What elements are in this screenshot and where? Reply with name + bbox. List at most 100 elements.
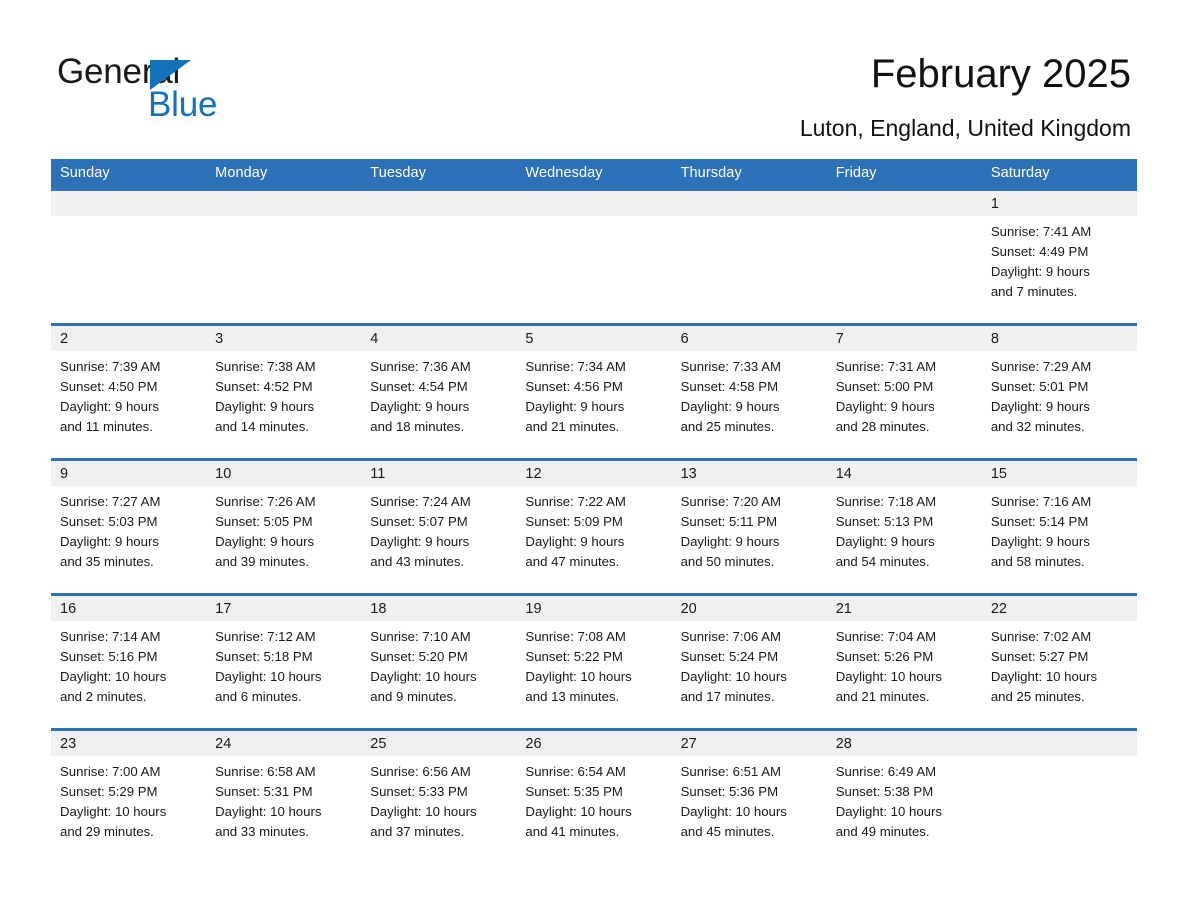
day-number: 5 <box>516 326 672 351</box>
calendar-day-cell[interactable]: 18 Sunrise: 7:10 AM Sunset: 5:20 PM Dayligh… <box>361 593 517 730</box>
day-number: 24 <box>206 731 362 756</box>
calendar-day-cell[interactable] <box>671 188 827 325</box>
day-cell-details <box>982 756 1137 762</box>
day-number: 6 <box>671 326 827 351</box>
day-cell-details: Sunrise: 7:20 AM Sunset: 5:11 PM Daylight:… <box>672 486 827 572</box>
day-number: 11 <box>361 461 517 486</box>
calendar-day-cell[interactable]: 19 Sunrise: 7:08 AM Sunset: 5:22 PM Dayligh… <box>516 593 672 730</box>
day-daylight-line-text: and 21 minutes. <box>835 689 930 704</box>
day-number <box>516 191 672 216</box>
calendar-day-cell[interactable]: 23 Sunrise: 7:00 AM Sunset: 5:29 PM Dayligh… <box>51 728 207 865</box>
day-cell-details: Sunrise: 7:33 AM Sunset: 4:58 PM Daylight:… <box>672 351 827 437</box>
day-daylight-line-text: and 50 minutes. <box>680 554 775 569</box>
day-cell-details <box>51 216 206 222</box>
generalblue-logo[interactable]: General Blue <box>57 52 357 124</box>
day-cell-content: 1 Sunrise: 7:41 AM Sunset: 4:49 PM Daylight… <box>981 191 1137 323</box>
calendar-day-cell[interactable] <box>826 188 982 325</box>
day-cell-content: 24 Sunrise: 6:58 AM Sunset: 5:31 PM Dayligh… <box>206 731 362 863</box>
calendar-day-cell[interactable]: 27 Sunrise: 6:51 AM Sunset: 5:36 PM Dayligh… <box>671 728 827 865</box>
day-sunrise-text: Sunrise: 6:56 AM <box>370 764 471 779</box>
day-daylight-line-text: Daylight: 10 hours <box>835 669 942 684</box>
day-number: 10 <box>206 461 362 486</box>
day-number: 19 <box>516 596 672 621</box>
day-sunrise-text: Sunrise: 7:34 AM <box>525 359 626 374</box>
calendar-day-cell[interactable]: 14 Sunrise: 7:18 AM Sunset: 5:13 PM Dayligh… <box>826 458 982 595</box>
day-daylight-line-text: and 58 minutes. <box>990 554 1085 569</box>
day-cell-content <box>206 191 362 323</box>
day-sunset-text: Sunset: 5:38 PM <box>835 784 934 799</box>
day-sunset-text: Sunset: 5:18 PM <box>215 649 313 664</box>
day-sunset-text: Sunset: 4:56 PM <box>525 379 623 394</box>
day-daylight-line-text: Daylight: 9 hours <box>60 399 159 414</box>
calendar-day-cell[interactable]: 15 Sunrise: 7:16 AM Sunset: 5:14 PM Dayligh… <box>981 458 1137 595</box>
calendar-day-cell[interactable]: 12 Sunrise: 7:22 AM Sunset: 5:09 PM Dayligh… <box>516 458 672 595</box>
day-daylight-line-text: Daylight: 9 hours <box>680 399 780 414</box>
calendar-day-cell[interactable]: 9 Sunrise: 7:27 AM Sunset: 5:03 PM Daylight… <box>51 458 207 595</box>
calendar-day-cell[interactable] <box>51 188 207 325</box>
day-cell-content <box>361 191 517 323</box>
day-daylight-line-text: and 17 minutes. <box>680 689 775 704</box>
calendar-day-cell[interactable]: 13 Sunrise: 7:20 AM Sunset: 5:11 PM Dayligh… <box>671 458 827 595</box>
calendar-day-cell[interactable]: 21 Sunrise: 7:04 AM Sunset: 5:26 PM Dayligh… <box>826 593 982 730</box>
day-daylight-line-text: Daylight: 10 hours <box>370 669 477 684</box>
day-daylight-line-text: Daylight: 9 hours <box>680 534 780 549</box>
day-daylight-line-text: and 6 minutes. <box>215 689 302 704</box>
weekday-header-friday: Friday <box>826 159 982 190</box>
day-number: 27 <box>671 731 827 756</box>
calendar-day-cell[interactable]: 7 Sunrise: 7:31 AM Sunset: 5:00 PM Daylight… <box>826 323 982 460</box>
calendar-day-cell[interactable]: 8 Sunrise: 7:29 AM Sunset: 5:01 PM Daylight… <box>981 323 1137 460</box>
day-sunset-text: Sunset: 5:36 PM <box>680 784 779 799</box>
calendar-day-cell[interactable]: 10 Sunrise: 7:26 AM Sunset: 5:05 PM Dayligh… <box>206 458 362 595</box>
day-sunset-text: Sunset: 5:14 PM <box>990 514 1089 529</box>
day-daylight-line-text: and 9 minutes. <box>370 689 457 704</box>
calendar-day-cell[interactable]: 25 Sunrise: 6:56 AM Sunset: 5:33 PM Dayligh… <box>361 728 517 865</box>
calendar-day-cell[interactable]: 4 Sunrise: 7:36 AM Sunset: 4:54 PM Daylight… <box>361 323 517 460</box>
weekday-header-thursday: Thursday <box>671 159 827 190</box>
calendar-day-cell[interactable]: 22 Sunrise: 7:02 AM Sunset: 5:27 PM Dayligh… <box>981 593 1137 730</box>
day-sunrise-text: Sunrise: 7:26 AM <box>215 494 316 509</box>
day-sunrise-text: Sunrise: 7:27 AM <box>60 494 161 509</box>
day-cell-details: Sunrise: 6:58 AM Sunset: 5:31 PM Daylight:… <box>206 756 361 842</box>
calendar-day-cell[interactable]: 20 Sunrise: 7:06 AM Sunset: 5:24 PM Dayligh… <box>671 593 827 730</box>
calendar-day-cell[interactable] <box>981 728 1137 865</box>
day-sunrise-text: Sunrise: 7:41 AM <box>990 224 1092 239</box>
day-sunrise-text: Sunrise: 7:14 AM <box>60 629 161 644</box>
day-sunrise-text: Sunrise: 7:36 AM <box>370 359 471 374</box>
day-daylight-line-text: and 49 minutes. <box>835 824 930 839</box>
day-sunset-text: Sunset: 4:49 PM <box>990 244 1089 259</box>
calendar-day-cell[interactable]: 28 Sunrise: 6:49 AM Sunset: 5:38 PM Dayligh… <box>826 728 982 865</box>
day-sunset-text: Sunset: 5:09 PM <box>525 514 623 529</box>
day-cell-details <box>516 216 671 222</box>
day-number: 12 <box>516 461 672 486</box>
calendar-day-cell[interactable]: 16 Sunrise: 7:14 AM Sunset: 5:16 PM Dayligh… <box>51 593 207 730</box>
day-daylight-line-text: Daylight: 10 hours <box>990 669 1098 684</box>
day-daylight-line-text: Daylight: 10 hours <box>525 804 632 819</box>
calendar-day-cell[interactable] <box>206 188 362 325</box>
calendar-day-cell[interactable]: 1 Sunrise: 7:41 AM Sunset: 4:49 PM Daylight… <box>981 188 1137 325</box>
calendar-day-cell[interactable]: 17 Sunrise: 7:12 AM Sunset: 5:18 PM Dayligh… <box>206 593 362 730</box>
day-cell-details: Sunrise: 7:18 AM Sunset: 5:13 PM Daylight:… <box>827 486 982 572</box>
calendar-day-cell[interactable]: 3 Sunrise: 7:38 AM Sunset: 4:52 PM Daylight… <box>206 323 362 460</box>
day-daylight-line-text: and 37 minutes. <box>370 824 465 839</box>
calendar-day-cell[interactable]: 2 Sunrise: 7:39 AM Sunset: 4:50 PM Daylight… <box>51 323 207 460</box>
calendar-day-cell[interactable]: 26 Sunrise: 6:54 AM Sunset: 5:35 PM Dayligh… <box>516 728 672 865</box>
day-daylight-line-text: Daylight: 9 hours <box>990 264 1090 279</box>
day-daylight-line-text: Daylight: 10 hours <box>215 669 322 684</box>
day-cell-details <box>206 216 361 222</box>
day-number: 16 <box>51 596 207 621</box>
calendar-day-cell[interactable] <box>361 188 517 325</box>
day-cell-content: 10 Sunrise: 7:26 AM Sunset: 5:05 PM Dayligh… <box>206 461 362 593</box>
calendar-day-cell[interactable] <box>516 188 672 325</box>
calendar-week-row: 16 Sunrise: 7:14 AM Sunset: 5:16 PM Dayligh… <box>51 593 1137 730</box>
day-cell-content: 28 Sunrise: 6:49 AM Sunset: 5:38 PM Dayligh… <box>826 731 982 863</box>
day-cell-content: 27 Sunrise: 6:51 AM Sunset: 5:36 PM Dayligh… <box>671 731 827 863</box>
calendar-day-cell[interactable]: 5 Sunrise: 7:34 AM Sunset: 4:56 PM Daylight… <box>516 323 672 460</box>
calendar-day-cell[interactable]: 11 Sunrise: 7:24 AM Sunset: 5:07 PM Dayligh… <box>361 458 517 595</box>
day-cell-details: Sunrise: 7:02 AM Sunset: 5:27 PM Daylight:… <box>982 621 1137 707</box>
calendar-day-cell[interactable]: 6 Sunrise: 7:33 AM Sunset: 4:58 PM Daylight… <box>671 323 827 460</box>
calendar-day-cell[interactable]: 24 Sunrise: 6:58 AM Sunset: 5:31 PM Dayligh… <box>206 728 362 865</box>
day-sunrise-text: Sunrise: 7:02 AM <box>990 629 1092 644</box>
day-daylight-line-text: and 54 minutes. <box>835 554 930 569</box>
day-sunset-text: Sunset: 5:07 PM <box>370 514 468 529</box>
calendar-table: Sunday Monday Tuesday Wednesday Thursday… <box>51 159 1137 865</box>
